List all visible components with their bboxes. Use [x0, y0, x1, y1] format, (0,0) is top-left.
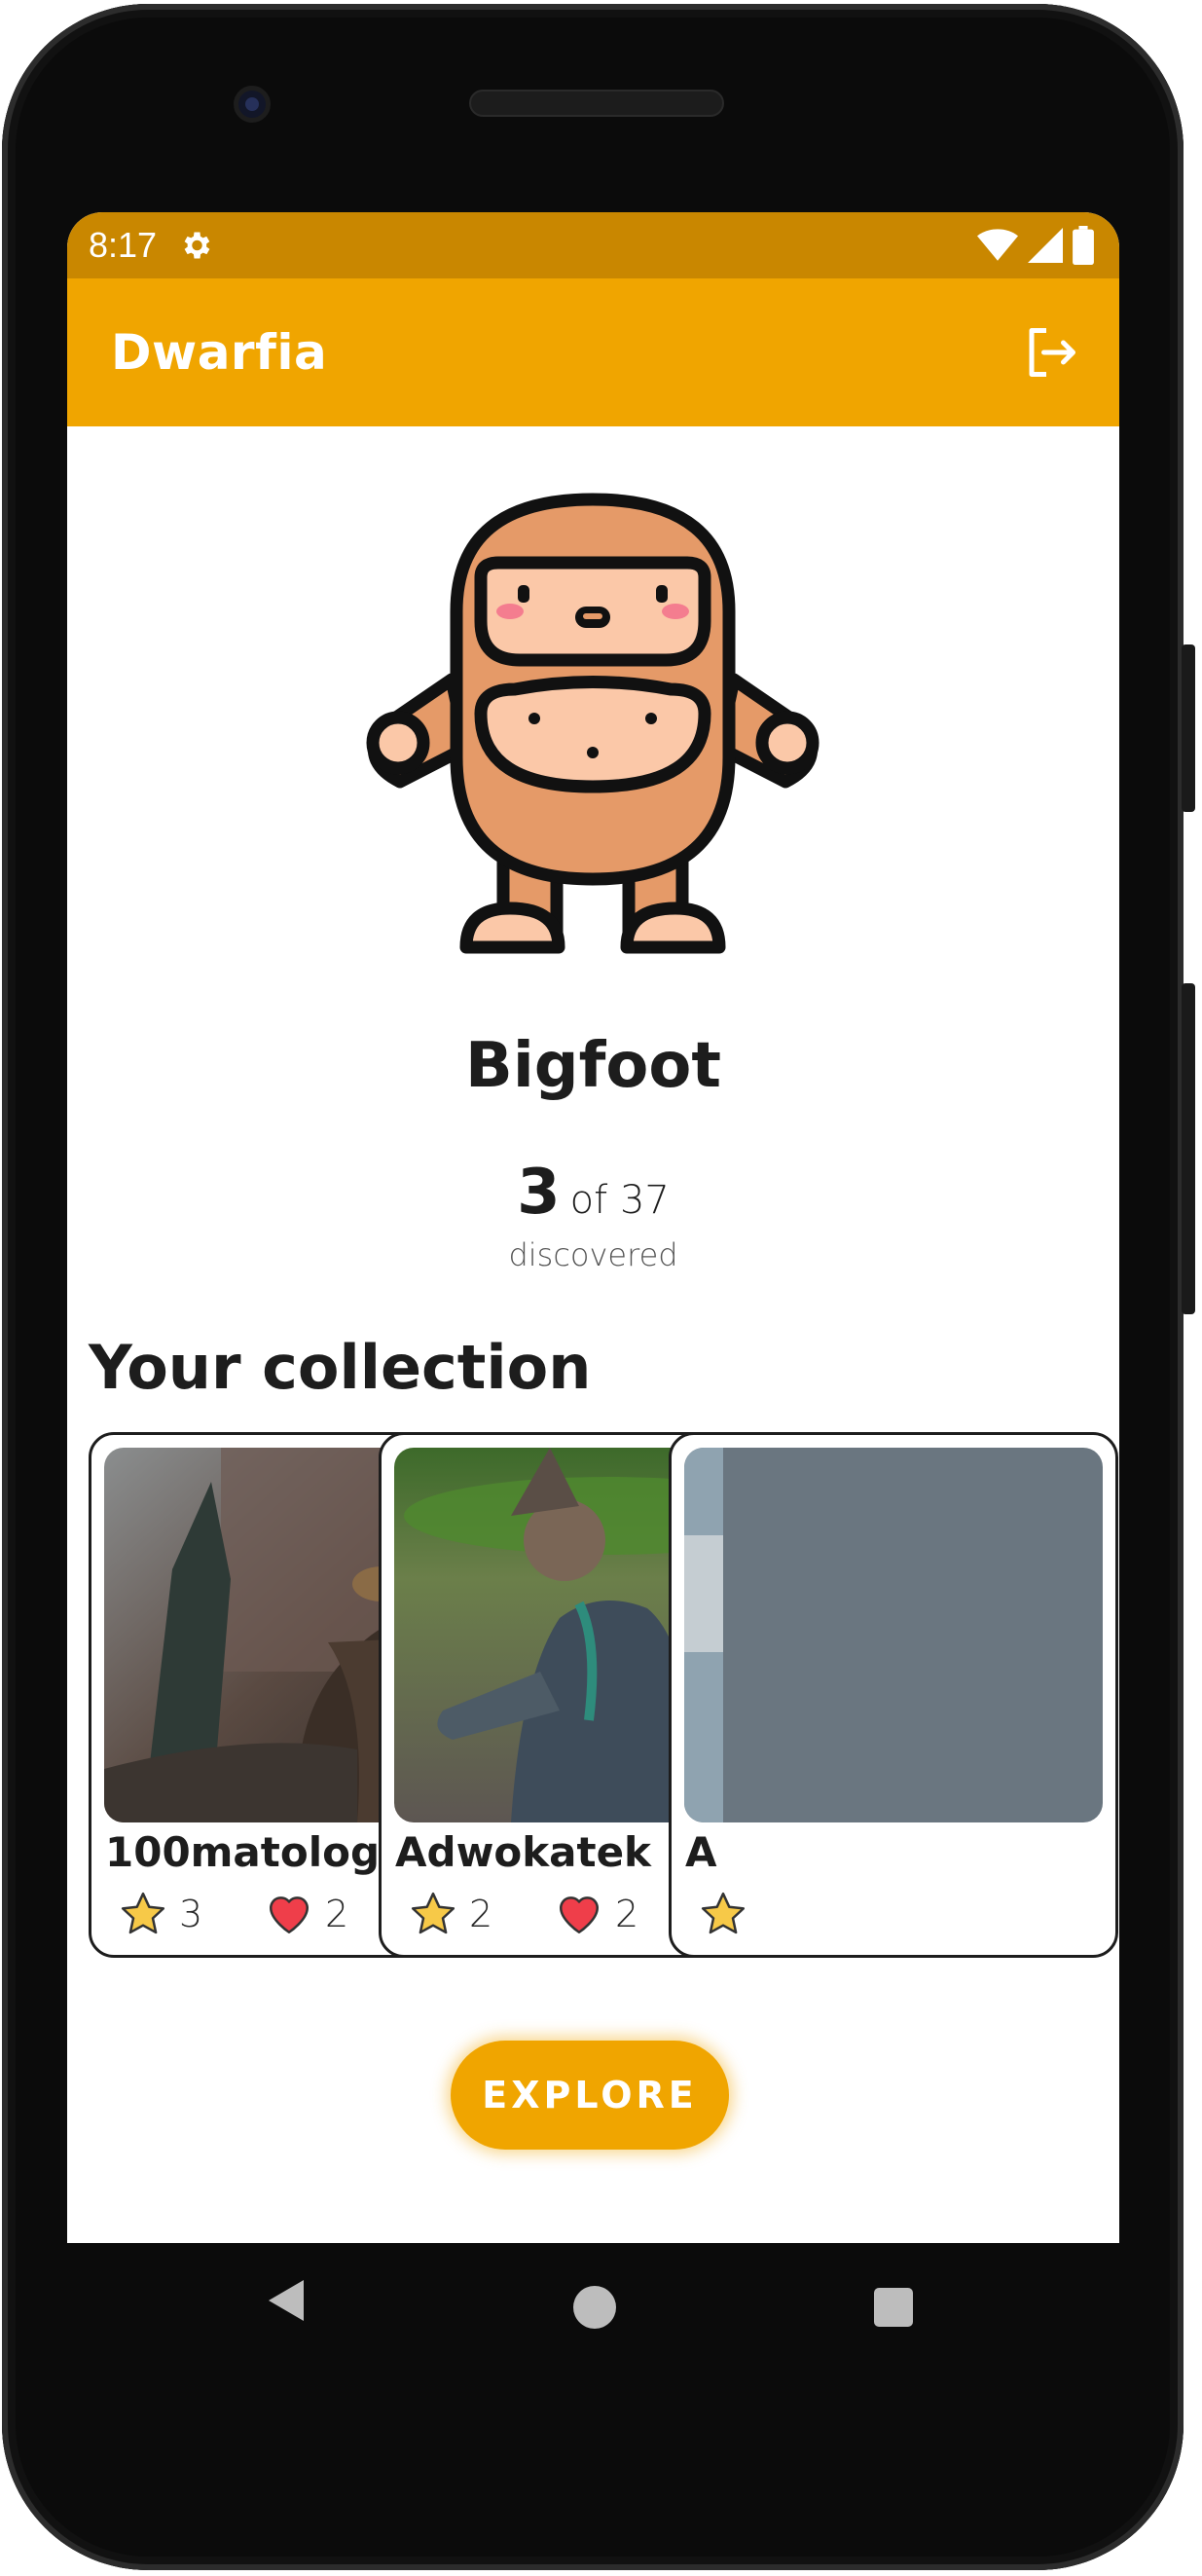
discovered-progress: 3 of 37	[67, 1157, 1119, 1229]
stars-stat	[699, 1890, 747, 1938]
star-icon	[121, 1892, 165, 1934]
discovered-count: 3	[517, 1157, 561, 1229]
logout-icon[interactable]	[1022, 323, 1080, 382]
heart-icon	[270, 1896, 309, 1933]
battery-icon	[1073, 226, 1094, 265]
discovered-label: discovered	[508, 1236, 678, 1273]
navigation-bar	[67, 2243, 1119, 2379]
collection-card[interactable]: A	[669, 1432, 1118, 1958]
stars-stat: 3	[119, 1890, 202, 1938]
hearts-count: 2	[325, 1893, 349, 1935]
dwarf-photo	[684, 1448, 1103, 1822]
status-icons	[977, 226, 1094, 265]
profile-name: Bigfoot	[465, 1030, 721, 1102]
home-icon[interactable]	[573, 2286, 616, 2329]
power-button	[1182, 644, 1195, 812]
front-camera	[234, 86, 271, 123]
wifi-icon	[977, 229, 1018, 261]
stars-stat: 2	[409, 1890, 492, 1938]
app-screen: 8:17 Dwarfia Bigfoot 3 of 37 discovered …	[67, 212, 1119, 2243]
star-icon	[411, 1892, 455, 1934]
gear-icon	[184, 232, 210, 259]
collection-carousel[interactable]: 100matolog 3 2 2	[89, 1432, 1119, 1958]
signal-icon	[1028, 228, 1063, 263]
hearts-stat: 2	[265, 1890, 348, 1938]
card-title: 100matolog	[105, 1828, 381, 1876]
explore-button[interactable]: EXPLORE	[451, 2041, 729, 2150]
status-time: 8:17	[89, 225, 158, 265]
stars-count: 2	[469, 1893, 493, 1935]
hearts-count: 2	[615, 1893, 639, 1935]
discovered-total: of 37	[569, 1178, 670, 1223]
card-title: Adwokatek	[395, 1828, 651, 1876]
status-bar: 8:17	[67, 212, 1119, 278]
earpiece-speaker	[469, 90, 724, 117]
bigfoot-avatar	[366, 493, 820, 954]
heart-icon	[560, 1896, 599, 1933]
card-stats	[699, 1890, 1108, 1944]
volume-button	[1182, 983, 1195, 1314]
hearts-stat: 2	[555, 1890, 638, 1938]
back-icon[interactable]	[267, 2278, 306, 2323]
recents-icon[interactable]	[874, 2288, 913, 2327]
app-bar: Dwarfia	[67, 278, 1119, 426]
app-title: Dwarfia	[111, 324, 328, 381]
stars-count: 3	[179, 1893, 203, 1935]
collection-title: Your collection	[89, 1332, 592, 1403]
card-title: A	[685, 1828, 717, 1876]
star-icon	[701, 1892, 746, 1934]
